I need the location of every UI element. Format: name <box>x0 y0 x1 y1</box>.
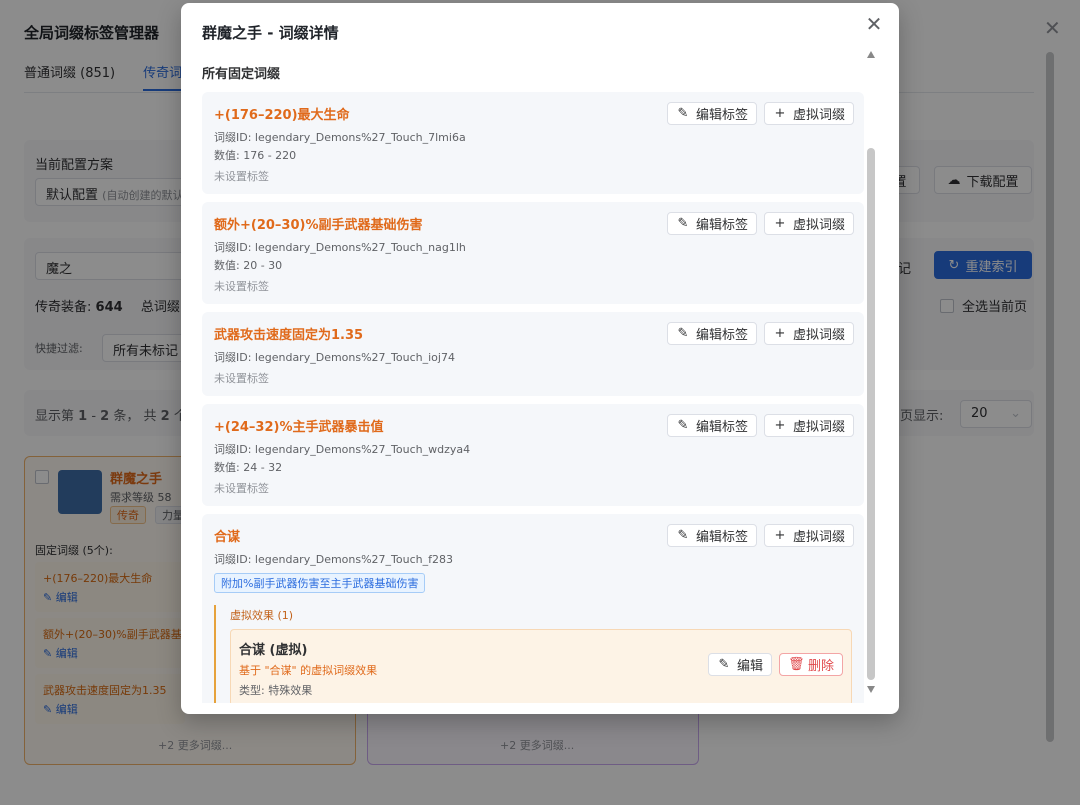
affix-actions: ✎ 编辑标签 + 虚拟词缀 <box>666 414 854 437</box>
scroll-thumb[interactable] <box>867 148 875 680</box>
pencil-icon: ✎ <box>677 528 689 543</box>
plus-icon: + <box>774 216 786 231</box>
affix-id: 词缀ID: legendary_Demons%27_Touch_wdzya4 <box>214 443 471 456</box>
affix-tag-status: 未设置标签 <box>214 280 269 293</box>
affix-card: +(24–32)%主手武器暴击值 词缀ID: legendary_Demons%… <box>202 404 864 506</box>
virtual-affix-button[interactable]: + 虚拟词缀 <box>763 322 854 345</box>
close-icon[interactable]: ✕ <box>865 14 883 34</box>
affix-tag-status: 未设置标签 <box>214 482 269 495</box>
affix-card: 武器攻击速度固定为1.35 词缀ID: legendary_Demons%27_… <box>202 312 864 396</box>
virtual-affix-label: 虚拟词缀 <box>792 218 845 233</box>
plus-icon: + <box>774 326 786 341</box>
modal-title: 群魔之手 - 词缀详情 <box>202 24 339 42</box>
plus-icon: + <box>774 528 786 543</box>
trash-icon: 🗑 <box>787 657 805 672</box>
edit-tag-button[interactable]: ✎ 编辑标签 <box>666 102 757 125</box>
affix-card: 额外+(20–30)%副手武器基础伤害 词缀ID: legendary_Demo… <box>202 202 864 304</box>
virtual-effects-section: 虚拟效果 (1) 合谋 (虚拟) 基于 "合谋" 的虚拟词缀效果 类型: 特殊效… <box>214 605 852 703</box>
edit-tag-label: 编辑标签 <box>695 530 748 545</box>
pencil-icon: ✎ <box>677 216 689 231</box>
pencil-icon: ✎ <box>677 418 689 433</box>
affix-detail-modal: 群魔之手 - 词缀详情 ✕ 所有固定词缀 +(176–220)最大生命 词缀ID… <box>181 3 899 714</box>
edit-tag-label: 编辑标签 <box>695 108 748 123</box>
virtual-affix-label: 虚拟词缀 <box>792 108 845 123</box>
affix-actions: ✎ 编辑标签 + 虚拟词缀 <box>666 524 854 547</box>
virtual-delete-label: 删除 <box>807 659 834 674</box>
affix-value: 数值: 20 - 30 <box>214 259 283 272</box>
virtual-affix-label: 虚拟词缀 <box>792 328 845 343</box>
virtual-affix-button[interactable]: + 虚拟词缀 <box>763 212 854 235</box>
virtual-affix-card: 合谋 (虚拟) 基于 "合谋" 的虚拟词缀效果 类型: 特殊效果 ✎ 编辑 🗑 删除 <box>230 629 852 703</box>
affix-id: 词缀ID: legendary_Demons%27_Touch_7lmi6a <box>214 131 466 144</box>
edit-tag-button[interactable]: ✎ 编辑标签 <box>666 414 757 437</box>
affix-card: +(176–220)最大生命 词缀ID: legendary_Demons%27… <box>202 92 864 194</box>
virtual-edit-button[interactable]: ✎ 编辑 <box>707 653 772 676</box>
virtual-affix-type: 类型: 特殊效果 <box>239 684 313 697</box>
edit-tag-label: 编辑标签 <box>695 420 748 435</box>
pencil-icon: ✎ <box>677 326 689 341</box>
section-title: 所有固定词缀 <box>202 67 281 82</box>
affix-tag-status: 未设置标签 <box>214 372 269 385</box>
pencil-icon: ✎ <box>718 657 730 672</box>
edit-tag-label: 编辑标签 <box>695 218 748 233</box>
affix-id: 词缀ID: legendary_Demons%27_Touch_f283 <box>214 553 453 566</box>
edit-tag-button[interactable]: ✎ 编辑标签 <box>666 524 757 547</box>
virtual-affix-button[interactable]: + 虚拟词缀 <box>763 524 854 547</box>
modal-scrollbar[interactable] <box>867 51 875 697</box>
virtual-affix-label: 虚拟词缀 <box>792 530 845 545</box>
virtual-affix-label: 虚拟词缀 <box>792 420 845 435</box>
plus-icon: + <box>774 418 786 433</box>
affix-id: 词缀ID: legendary_Demons%27_Touch_ioj74 <box>214 351 455 364</box>
edit-tag-label: 编辑标签 <box>695 328 748 343</box>
virtual-delete-button[interactable]: 🗑 删除 <box>778 653 843 676</box>
affix-tag-badge: 附加%副手武器伤害至主手武器基础伤害 <box>214 573 426 593</box>
plus-icon: + <box>774 106 786 121</box>
edit-tag-button[interactable]: ✎ 编辑标签 <box>666 322 757 345</box>
virtual-edit-label: 编辑 <box>736 659 763 674</box>
scroll-up-arrow-icon[interactable] <box>867 51 875 58</box>
affix-value: 数值: 176 - 220 <box>214 149 297 162</box>
affix-id: 词缀ID: legendary_Demons%27_Touch_nag1lh <box>214 241 466 254</box>
affix-actions: ✎ 编辑标签 + 虚拟词缀 <box>666 322 854 345</box>
affix-actions: ✎ 编辑标签 + 虚拟词缀 <box>666 212 854 235</box>
virtual-effects-heading: 虚拟效果 (1) <box>230 609 294 622</box>
affix-card: 合谋 词缀ID: legendary_Demons%27_Touch_f283 … <box>202 514 864 703</box>
modal-body: 所有固定词缀 +(176–220)最大生命 词缀ID: legendary_De… <box>202 51 864 703</box>
virtual-affix-button[interactable]: + 虚拟词缀 <box>763 102 854 125</box>
affix-actions: ✎ 编辑标签 + 虚拟词缀 <box>666 102 854 125</box>
pencil-icon: ✎ <box>677 106 689 121</box>
affix-value: 数值: 24 - 32 <box>214 461 283 474</box>
scroll-down-arrow-icon[interactable] <box>867 686 875 693</box>
edit-tag-button[interactable]: ✎ 编辑标签 <box>666 212 757 235</box>
affix-tag-status: 未设置标签 <box>214 170 269 183</box>
virtual-affix-actions: ✎ 编辑 🗑 删除 <box>707 653 843 676</box>
virtual-affix-button[interactable]: + 虚拟词缀 <box>763 414 854 437</box>
